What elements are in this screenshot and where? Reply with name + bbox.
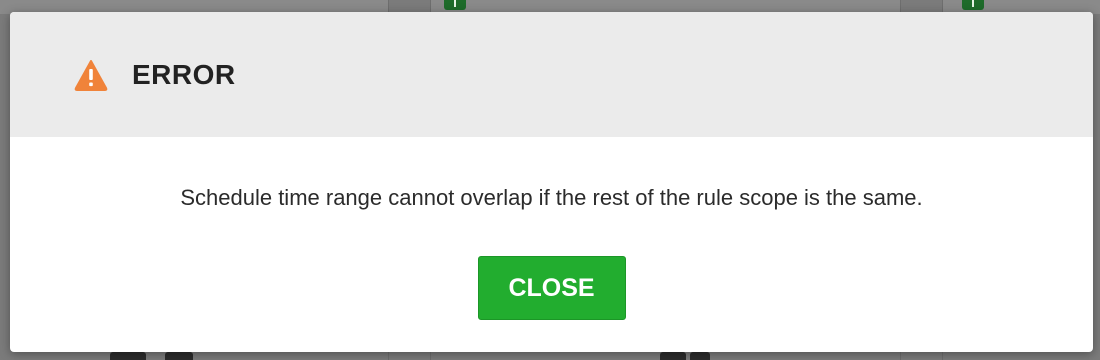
background-add-icon	[962, 0, 984, 10]
dialog-header: ERROR	[10, 12, 1093, 137]
background-shape	[165, 352, 193, 360]
dialog-title: ERROR	[132, 58, 236, 90]
background-shape	[690, 352, 710, 360]
background-shape	[110, 352, 146, 360]
background-shape	[660, 352, 686, 360]
close-button[interactable]: CLOSE	[477, 256, 626, 320]
error-message: Schedule time range cannot overlap if th…	[180, 185, 923, 210]
error-dialog: ERROR Schedule time range cannot overlap…	[10, 12, 1093, 352]
background-add-icon	[444, 0, 466, 10]
dialog-body: Schedule time range cannot overlap if th…	[10, 137, 1093, 320]
warning-icon	[74, 59, 108, 91]
